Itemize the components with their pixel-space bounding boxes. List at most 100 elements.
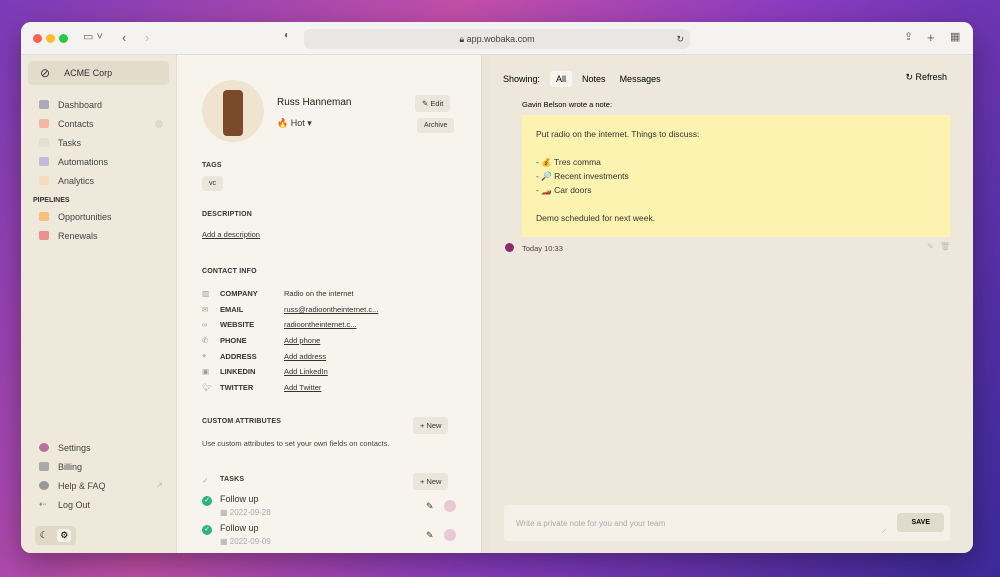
refresh-button[interactable]: ↻ Refresh bbox=[905, 72, 947, 83]
field-label: PHONE bbox=[220, 336, 247, 345]
filter-notes[interactable]: Notes bbox=[582, 74, 606, 84]
field-phone: ✆ PHONE Add phone bbox=[202, 336, 320, 345]
trash-icon[interactable]: 🗑︎ bbox=[940, 242, 950, 251]
field-label: TWITTER bbox=[220, 383, 254, 392]
opportunities-icon bbox=[39, 212, 49, 221]
task-title: Follow up bbox=[220, 494, 259, 504]
shield-icon[interactable]: ◐ bbox=[284, 30, 290, 41]
sidebar-item-tasks[interactable]: Tasks bbox=[21, 133, 176, 152]
add-description-link[interactable]: Add a description bbox=[202, 230, 260, 239]
author-avatar bbox=[505, 243, 514, 252]
contacts-icon bbox=[39, 119, 49, 128]
fire-icon: 🔥 bbox=[277, 118, 289, 128]
task-date: ▦ 2022-09-09 bbox=[220, 537, 271, 546]
nav-label: Renewals bbox=[58, 230, 98, 241]
add-linkedin-link[interactable]: Add LinkedIn bbox=[284, 367, 328, 376]
custom-attributes-heading: CUSTOM ATTRIBUTES bbox=[202, 418, 282, 425]
theme-toggle[interactable]: ☾ ⚙ bbox=[35, 526, 76, 545]
settings-avatar-icon bbox=[39, 443, 49, 452]
note-input[interactable]: Write a private note for you and your te… bbox=[516, 519, 665, 528]
close-button[interactable] bbox=[33, 34, 42, 43]
contact-name: Russ Hanneman bbox=[277, 97, 352, 108]
nav-label: Dashboard bbox=[58, 99, 103, 110]
task-complete-icon[interactable]: ✓ bbox=[202, 496, 212, 506]
edit-note-icon[interactable]: ✎ bbox=[927, 242, 934, 251]
nav-label: Opportunities bbox=[58, 211, 112, 222]
refresh-icon: ↻ bbox=[905, 72, 916, 82]
titlebar: ▭ ˅ ‹ › ◐ 🔒︎ app.wobaka.com ↻ ⇪ + ▦ bbox=[21, 22, 973, 55]
zoom-button[interactable] bbox=[59, 34, 68, 43]
archive-button[interactable]: Archive bbox=[417, 118, 455, 133]
edit-button[interactable]: ✎ Edit bbox=[415, 95, 451, 112]
assignee-avatar bbox=[444, 500, 456, 512]
org-switcher[interactable]: ⊘ ACME Corp bbox=[28, 61, 169, 85]
linkedin-icon: ▣ bbox=[202, 367, 210, 376]
gear-icon[interactable]: ⚙ bbox=[57, 529, 72, 542]
note-timestamp: Today 10:33 bbox=[522, 244, 563, 253]
website-link[interactable]: radioontheinternet.c... bbox=[284, 320, 357, 329]
mail-icon: ✉ bbox=[202, 305, 209, 314]
logout-icon: ⇠ bbox=[39, 499, 47, 509]
moon-icon[interactable]: ☾ bbox=[40, 530, 48, 541]
status-dropdown[interactable]: 🔥 Hot ▾ bbox=[277, 118, 312, 129]
url-text: app.wobaka.com bbox=[466, 34, 535, 44]
forward-icon[interactable]: › bbox=[145, 30, 149, 45]
task-date-text: 2022-09-09 bbox=[229, 537, 271, 546]
sidebar-item-settings[interactable]: Settings bbox=[21, 438, 176, 457]
back-icon[interactable]: ‹ bbox=[122, 30, 126, 45]
sidebar-item-analytics[interactable]: Analytics bbox=[21, 171, 176, 190]
sidebar-item-renewals[interactable]: Renewals bbox=[21, 226, 176, 245]
task-item[interactable]: ✓ Follow up ▦ 2022-09-28 bbox=[202, 494, 271, 517]
pencil-icon[interactable]: ✎ bbox=[426, 501, 434, 512]
pencil-icon[interactable]: ✎ bbox=[426, 530, 434, 541]
sidebar-item-contacts[interactable]: Contacts bbox=[21, 114, 176, 133]
nav-label: Log Out bbox=[58, 499, 91, 510]
pin-icon: ⌖ bbox=[202, 351, 207, 360]
new-tab-icon[interactable]: + bbox=[927, 30, 935, 45]
field-address: ⌖ ADDRESS Add address bbox=[202, 351, 326, 361]
note-composer: Write a private note for you and your te… bbox=[504, 505, 950, 541]
new-attribute-button[interactable]: + New bbox=[413, 417, 449, 434]
field-value: Radio on the internet bbox=[284, 289, 354, 298]
tasks-icon bbox=[39, 138, 49, 147]
check-icon: ✓ bbox=[202, 476, 209, 485]
email-link[interactable]: russ@radioontheinternet.c... bbox=[284, 305, 378, 314]
org-logo-icon: ⊘ bbox=[40, 66, 51, 80]
custom-attributes-help: Use custom attributes to set your own fi… bbox=[202, 439, 390, 448]
resize-handle-icon[interactable]: ⟋ bbox=[882, 529, 886, 536]
reload-icon[interactable]: ↻ bbox=[676, 29, 684, 49]
status-label: Hot bbox=[290, 118, 305, 128]
sidebar: ⊘ ACME Corp Dashboard Contacts Tasks Auto… bbox=[21, 55, 177, 553]
sidebar-item-dashboard[interactable]: Dashboard bbox=[21, 95, 176, 114]
filter-all[interactable]: All bbox=[550, 71, 573, 87]
new-task-button[interactable]: + New bbox=[413, 473, 449, 490]
field-label: COMPANY bbox=[220, 289, 258, 298]
help-icon bbox=[39, 481, 49, 490]
sidebar-toggle-icon[interactable]: ▭ ˅ bbox=[83, 30, 103, 43]
add-address-link[interactable]: Add address bbox=[284, 352, 326, 361]
automations-icon bbox=[39, 157, 49, 166]
save-button[interactable]: SAVE bbox=[897, 513, 944, 532]
task-complete-icon[interactable]: ✓ bbox=[202, 525, 212, 535]
sidebar-item-opportunities[interactable]: Opportunities bbox=[21, 207, 176, 226]
task-date-text: 2022-09-28 bbox=[229, 508, 271, 517]
contact-avatar bbox=[202, 80, 264, 142]
filter-messages[interactable]: Messages bbox=[620, 74, 661, 84]
task-item[interactable]: ✓ Follow up ▦ 2022-09-09 bbox=[202, 523, 271, 546]
field-label: LINKEDIN bbox=[220, 367, 256, 376]
twitter-icon: 🐦︎ bbox=[202, 383, 212, 392]
share-icon[interactable]: ⇪ bbox=[904, 30, 913, 43]
sidebar-item-logout[interactable]: ⇠ Log Out bbox=[21, 495, 176, 514]
sidebar-item-help[interactable]: Help & FAQ ↗ bbox=[21, 476, 176, 495]
add-phone-link[interactable]: Add phone bbox=[284, 336, 320, 345]
tag-chip[interactable]: vc bbox=[202, 176, 223, 191]
sidebar-item-billing[interactable]: Billing bbox=[21, 457, 176, 476]
add-twitter-link[interactable]: Add Twitter bbox=[284, 383, 321, 392]
note-card: Put radio on the internet. Things to dis… bbox=[522, 115, 950, 237]
phone-icon: ✆ bbox=[202, 336, 209, 345]
sidebar-item-automations[interactable]: Automations bbox=[21, 152, 176, 171]
tasks-heading: TASKS bbox=[220, 476, 245, 483]
address-bar[interactable]: 🔒︎ app.wobaka.com ↻ bbox=[304, 29, 690, 49]
tab-overview-icon[interactable]: ▦ bbox=[950, 30, 960, 43]
minimize-button[interactable] bbox=[46, 34, 55, 43]
